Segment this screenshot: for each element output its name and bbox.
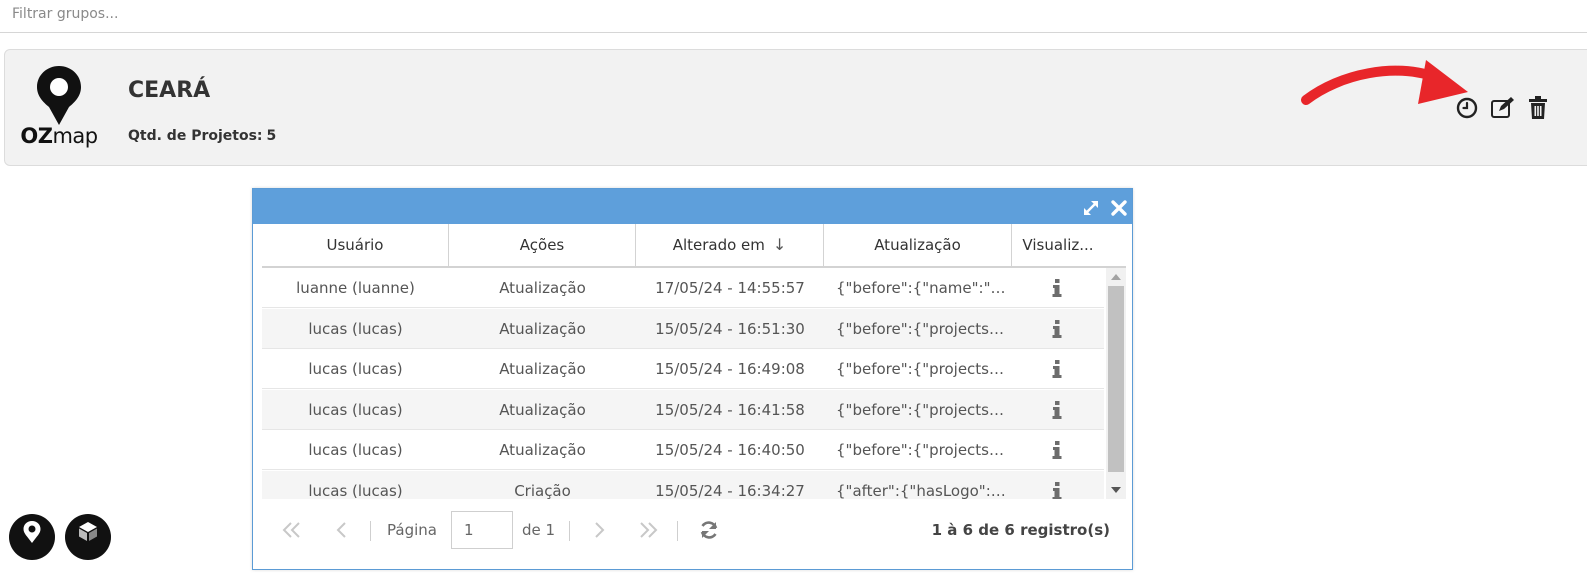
- cell-changed-at: 15/05/24 - 16:40:50: [655, 441, 805, 459]
- cell-user: lucas (lucas): [308, 319, 403, 338]
- cell-update: {"before":{"name":"C...: [836, 279, 1006, 297]
- col-header-user[interactable]: Usuário: [262, 224, 449, 266]
- cell-user: luanne (luanne): [296, 279, 415, 297]
- pager-separator: [569, 521, 570, 541]
- filter-bar: [0, 0, 1587, 33]
- info-icon[interactable]: [1052, 481, 1062, 500]
- cell-changed-at: 15/05/24 - 16:34:27: [655, 481, 805, 500]
- col-header-actions[interactable]: Ações: [449, 224, 636, 266]
- table-row[interactable]: luanne (luanne) Atualização 17/05/24 - 14:…: [262, 268, 1104, 308]
- cell-changed-at: 17/05/24 - 14:55:57: [655, 279, 805, 297]
- cell-update: {"after":{"hasLogo":fa...: [836, 481, 1006, 500]
- dialog-header: [253, 189, 1132, 224]
- cell-update: {"before":{"projects":...: [836, 319, 1006, 338]
- cell-action: Atualização: [499, 360, 586, 378]
- cell-changed-at: 15/05/24 - 16:41:58: [655, 400, 805, 419]
- grid-pager: Página de 1 1 à 6 de 6 registro(s): [253, 501, 1132, 557]
- cell-action: Atualização: [499, 279, 586, 297]
- prev-page-icon[interactable]: [329, 517, 355, 543]
- cell-user: lucas (lucas): [308, 360, 403, 378]
- cell-action: Atualização: [499, 319, 586, 338]
- records-info: 1 à 6 de 6 registro(s): [931, 521, 1110, 539]
- col-header-update[interactable]: Atualização: [824, 224, 1012, 266]
- projects-count: Qtd. de Projetos: 5: [128, 128, 276, 144]
- cell-user: lucas (lucas): [308, 481, 403, 500]
- table-row[interactable]: lucas (lucas) Atualização 15/05/24 - 16:49…: [262, 349, 1104, 389]
- col-header-changed-at[interactable]: Alterado em ↓: [636, 224, 824, 266]
- annotation-arrow: [1301, 60, 1468, 105]
- devoz-badge[interactable]: [65, 514, 111, 560]
- pager-separator: [370, 521, 371, 541]
- sort-desc-icon: ↓: [772, 235, 787, 254]
- page-number-input[interactable]: [451, 511, 513, 549]
- cell-action: Atualização: [499, 441, 586, 459]
- info-icon[interactable]: [1052, 360, 1062, 378]
- cell-action: Criação: [514, 481, 571, 500]
- scroll-up-icon[interactable]: [1111, 274, 1121, 280]
- cell-changed-at: 15/05/24 - 16:51:30: [655, 319, 805, 338]
- grid-header: Usuário Ações Alterado em ↓ Atualização V…: [262, 224, 1126, 268]
- maximize-icon[interactable]: [1082, 199, 1100, 217]
- table-row[interactable]: lucas (lucas) Atualização 15/05/24 - 16:40…: [262, 430, 1104, 470]
- devoz-badge-logo: [79, 522, 97, 541]
- refresh-icon[interactable]: [696, 517, 722, 543]
- ozmap-badge[interactable]: [9, 514, 55, 560]
- cell-changed-at: 15/05/24 - 16:49:08: [655, 360, 805, 378]
- info-icon[interactable]: [1052, 319, 1062, 338]
- last-page-icon[interactable]: [635, 517, 661, 543]
- projects-value: 5: [266, 128, 277, 144]
- info-icon[interactable]: [1052, 279, 1062, 297]
- ozmap-badge-logo: [23, 521, 41, 543]
- table-row[interactable]: lucas (lucas) Atualização 15/05/24 - 16:41…: [262, 389, 1104, 430]
- first-page-icon[interactable]: [279, 517, 305, 543]
- scroll-thumb[interactable]: [1108, 286, 1124, 472]
- cell-user: lucas (lucas): [308, 400, 403, 419]
- close-icon[interactable]: [1110, 199, 1128, 217]
- info-icon[interactable]: [1052, 400, 1062, 419]
- edit-icon[interactable]: [1490, 96, 1514, 120]
- history-dialog: Usuário Ações Alterado em ↓ Atualização V…: [252, 188, 1133, 570]
- cell-update: {"before":{"projects":...: [836, 441, 1006, 459]
- next-page-icon[interactable]: [586, 517, 612, 543]
- scroll-down-icon[interactable]: [1111, 487, 1121, 493]
- table-row[interactable]: lucas (lucas) Criação 15/05/24 - 16:34:27 {…: [262, 470, 1104, 500]
- page-label: Página: [387, 521, 437, 539]
- grid-body: luanne (luanne) Atualização 17/05/24 - 14:…: [262, 268, 1104, 499]
- cell-action: Atualização: [499, 400, 586, 419]
- pager-separator: [677, 521, 678, 541]
- table-row[interactable]: lucas (lucas) Atualização 15/05/24 - 16:51…: [262, 308, 1104, 349]
- filter-groups-input[interactable]: [12, 4, 612, 24]
- info-icon[interactable]: [1052, 441, 1062, 459]
- cell-user: lucas (lucas): [308, 441, 403, 459]
- group-title: CEARÁ: [128, 78, 211, 103]
- grid-scrollbar[interactable]: [1106, 268, 1126, 499]
- cell-update: {"before":{"projects":...: [836, 360, 1006, 378]
- map-pin-icon: [37, 66, 81, 125]
- projects-label: Qtd. de Projetos:: [128, 128, 263, 144]
- page-total-label: de 1: [522, 521, 556, 539]
- history-icon[interactable]: [1455, 96, 1479, 120]
- delete-icon[interactable]: [1527, 96, 1551, 120]
- logo-wordmark: OZmap: [20, 124, 98, 148]
- group-logo: OZmap: [19, 64, 99, 156]
- col-header-view[interactable]: Visualiz...: [1012, 224, 1104, 266]
- cell-update: {"before":{"projects":...: [836, 400, 1006, 419]
